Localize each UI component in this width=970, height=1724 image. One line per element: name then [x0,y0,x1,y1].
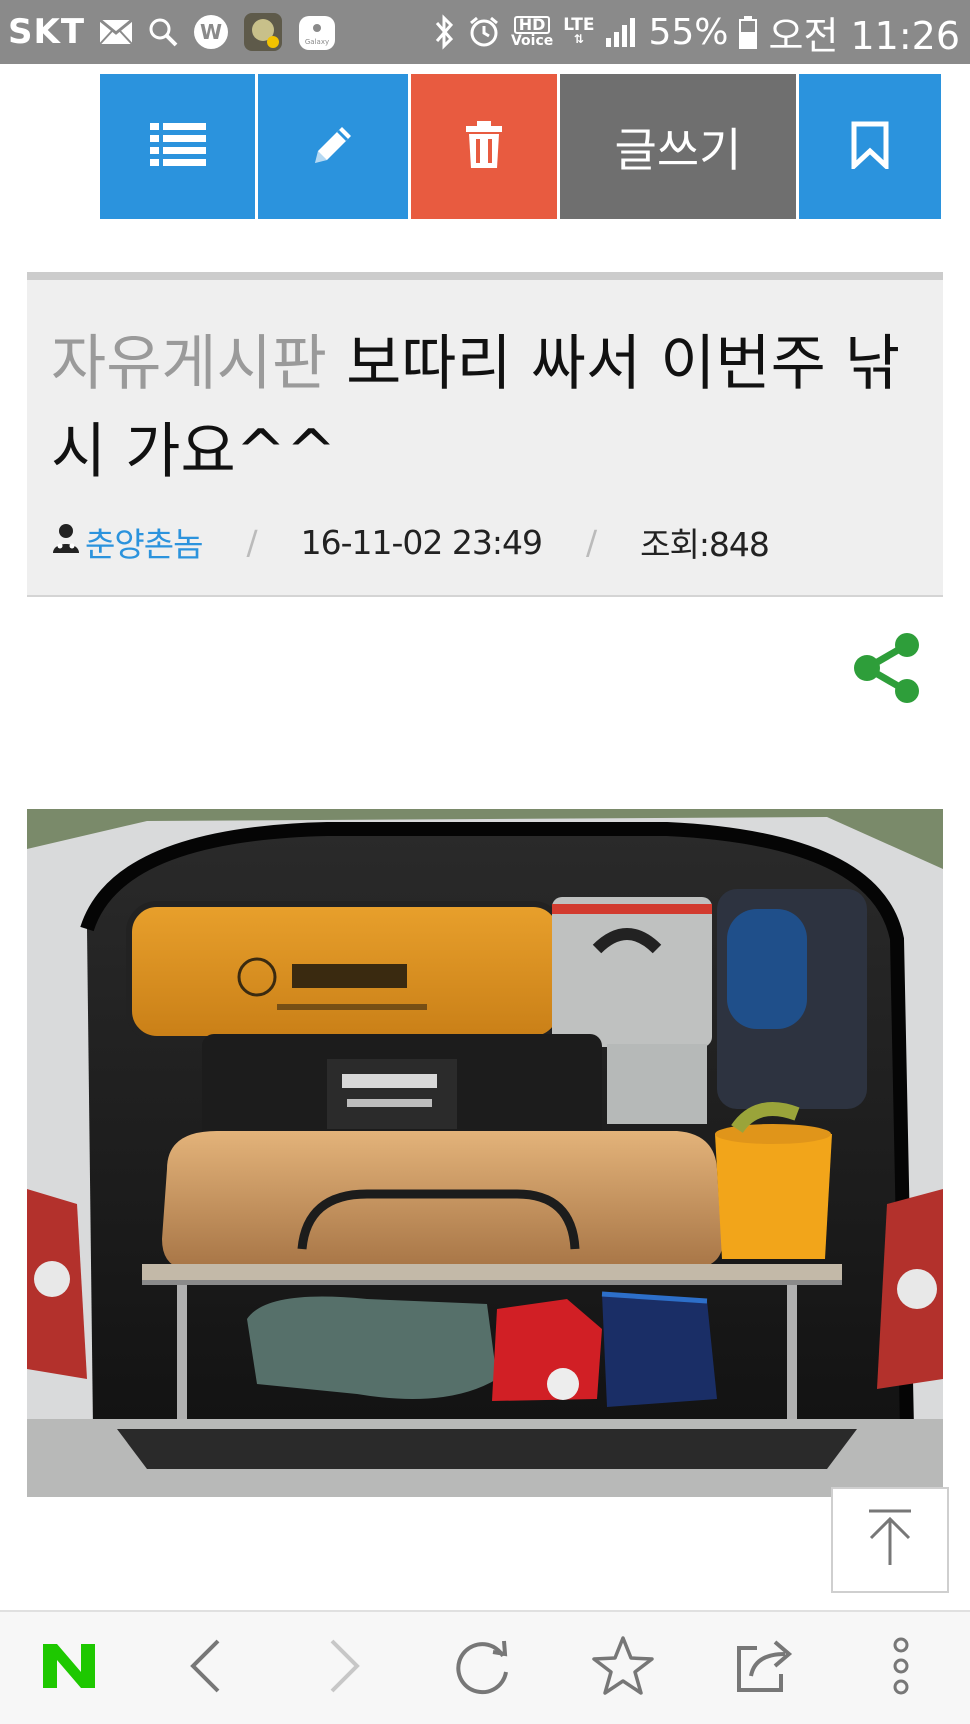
forward-button[interactable] [300,1612,390,1724]
user-icon [51,522,81,562]
back-button[interactable] [160,1612,250,1724]
battery-icon [738,15,758,49]
refresh-button[interactable] [438,1612,528,1724]
voice-label: Voice [510,33,554,49]
share-icon[interactable] [851,632,923,708]
browser-bottom-bar [0,1610,970,1724]
carrier-label: SKT [8,12,86,52]
share-out-icon [735,1638,795,1698]
naver-n-icon [41,1642,97,1694]
mail-icon [99,19,133,45]
share-page-button[interactable] [720,1612,810,1724]
battery-percent: 55% [648,11,729,53]
forward-icon [328,1638,362,1698]
hd-voice-indicator: HD Voice [511,16,553,48]
more-button[interactable] [856,1612,946,1724]
signal-icon [604,16,638,48]
svg-text:Galaxy: Galaxy [305,38,329,46]
bookmark-icon [851,121,889,173]
post-title-block: 자유게시판 보따리 싸서 이번주 낚시 가요^^ [51,320,921,496]
post-meta: 춘양촌놈 / 16-11-02 23:49 / 조회:848 [51,512,770,572]
back-icon [188,1638,222,1698]
pencil-icon [309,121,357,173]
w-icon: W [193,14,229,50]
svg-text:W: W [200,20,222,44]
delete-button[interactable] [411,74,557,219]
star-icon [591,1635,655,1701]
bluetooth-icon [431,14,457,50]
scroll-top-button[interactable] [831,1487,949,1593]
post-date: 16-11-02 23:49 [300,522,543,562]
search-icon [147,16,179,48]
clock: 오전 11:26 [768,13,960,58]
refresh-icon [453,1636,513,1700]
view-count: 조회:848 [640,525,770,564]
board-name[interactable]: 자유게시판 [51,329,327,399]
arrow-up-icon [867,1509,913,1571]
network-label: LTE [563,15,595,35]
galaxy-icon: Galaxy [297,12,337,52]
favorite-button[interactable] [578,1612,668,1724]
author-name: 춘양촌놈 [85,525,203,564]
post-header: 자유게시판 보따리 싸서 이번주 낚시 가요^^ 춘양촌놈 / 16-11-02… [27,272,943,597]
post-toolbar: 글쓰기 [100,74,941,219]
more-icon [889,1636,913,1700]
hd-label: HD [513,16,551,34]
status-bar: SKT W Galaxy HD Voice LTE ⇅ 55% 오전 11:26 [0,0,970,64]
post-photo [27,809,943,1497]
author[interactable]: 춘양촌놈 [51,518,203,566]
meta-separator: / [585,522,597,562]
data-arrows-icon: ⇅ [573,32,584,46]
naver-home-button[interactable] [24,1612,114,1724]
trash-icon [464,120,504,173]
list-button[interactable] [100,74,255,219]
bookmark-button[interactable] [799,74,941,219]
meta-separator: / [246,522,257,562]
network-indicator: LTE ⇅ [563,15,595,47]
write-button[interactable]: 글쓰기 [560,74,796,219]
moon-app-icon [243,12,283,52]
edit-button[interactable] [258,74,408,219]
list-icon [149,122,206,171]
alarm-icon [467,15,501,49]
